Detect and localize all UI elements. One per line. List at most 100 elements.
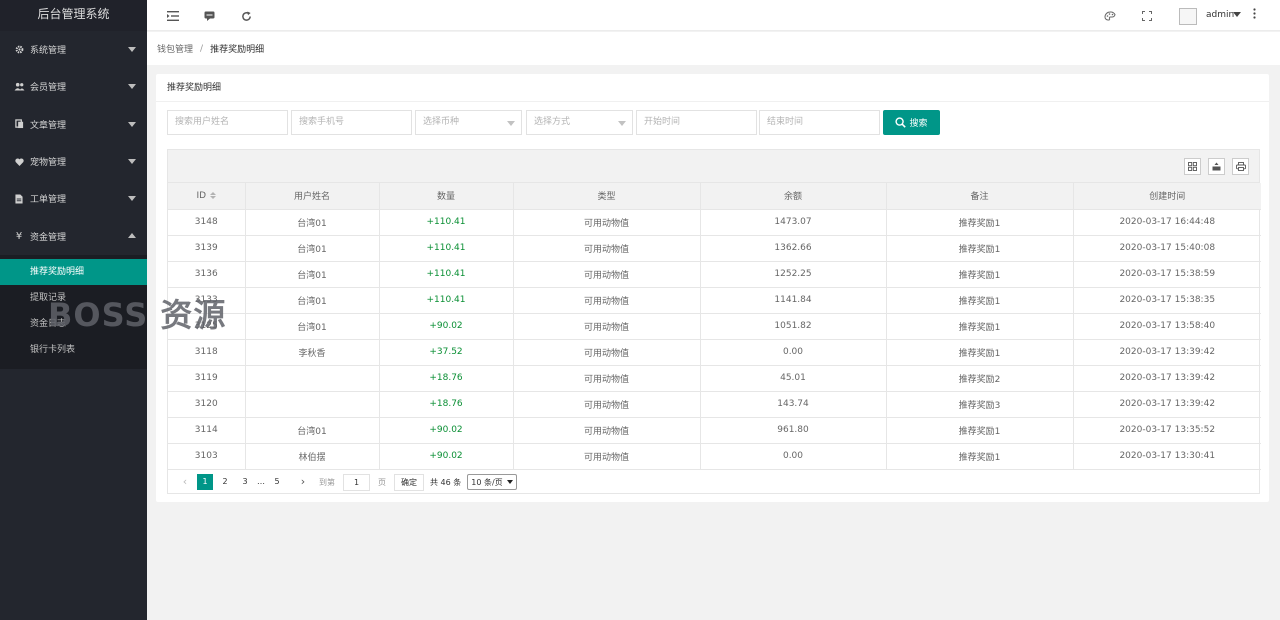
end-time-input[interactable]: 结束时间 <box>759 110 880 135</box>
page-button-3[interactable]: 3 <box>237 474 253 490</box>
cell-balance: 0.00 <box>700 443 887 470</box>
cell-amount: +37.52 <box>379 339 514 366</box>
cell-type: 可用动物值 <box>513 313 701 340</box>
cell-amount: +110.41 <box>379 209 514 236</box>
chevron-down-icon <box>128 47 136 52</box>
start-time-input[interactable]: 开始时间 <box>636 110 757 135</box>
search-button-label: 搜索 <box>909 119 928 129</box>
more-vertical-icon[interactable] <box>1253 8 1256 22</box>
cell-type: 可用动物值 <box>513 209 701 236</box>
breadcrumb-parent[interactable]: 钱包管理 <box>157 42 193 55</box>
sidebar-item-articles[interactable]: 文章管理 <box>0 106 147 143</box>
watermark: BOSS 资源 <box>48 296 227 334</box>
cell-remark: 推荐奖励2 <box>886 365 1074 392</box>
cell-balance: 1051.82 <box>700 313 887 340</box>
chevron-down-icon <box>128 121 136 127</box>
cell-remark: 推荐奖励1 <box>886 261 1074 288</box>
message-icon[interactable] <box>202 9 216 23</box>
column-header-created-time: 创建时间 <box>1073 183 1261 210</box>
cell-created-time: 2020-03-17 15:38:59 <box>1073 261 1261 288</box>
refresh-icon[interactable] <box>239 9 253 23</box>
sidebar-item-label: 文章管理 <box>30 120 67 131</box>
column-header-id[interactable]: ID <box>168 183 246 210</box>
cell-id: 3119 <box>168 365 246 392</box>
sidebar-item-system[interactable]: 系统管理 <box>0 31 147 68</box>
total-count: 共 46 条 <box>430 477 462 487</box>
sidebar-item-label: 工单管理 <box>30 195 67 206</box>
cell-type: 可用动物值 <box>513 417 701 444</box>
cell-remark: 推荐奖励1 <box>886 209 1074 236</box>
user-menu[interactable]: admin <box>1206 10 1234 20</box>
sidebar-item-members[interactable]: 会员管理 <box>0 68 147 105</box>
phone-search-input[interactable]: 搜索手机号 <box>291 110 412 135</box>
table-row: 3114 台湾01 +90.02 可用动物值 961.80 推荐奖励1 2020-03-17… <box>168 417 1261 444</box>
cell-type: 可用动物值 <box>513 391 701 418</box>
cell-balance: 0.00 <box>700 339 887 366</box>
chevron-down-icon <box>128 84 136 90</box>
cell-username: 台湾01 <box>245 261 380 288</box>
next-page-icon[interactable]: › <box>295 474 311 490</box>
columns-filter-button[interactable] <box>1184 158 1201 175</box>
goto-page-input[interactable]: 1 <box>343 473 370 491</box>
table-header-row: ID 用户姓名 数量 类型 余额 备注 创建时间 <box>168 183 1261 210</box>
cell-remark: 推荐奖励1 <box>886 443 1074 470</box>
pagination: ‹ 1 2 3 … 5 › 到第 1 页 确定 共 46 条 10 条/页 <box>168 469 1259 495</box>
table-row: 3125 台湾01 +90.02 可用动物值 1051.82 推荐奖励1 2020-03-1… <box>168 313 1261 340</box>
cell-balance: 143.74 <box>700 391 887 418</box>
sidebar-item-pets[interactable]: 宠物管理 <box>0 143 147 180</box>
print-button[interactable] <box>1232 158 1249 175</box>
cell-type: 可用动物值 <box>513 287 701 314</box>
method-select[interactable]: 选择方式 <box>526 110 633 135</box>
fullscreen-icon[interactable] <box>1140 9 1154 23</box>
cell-type: 可用动物值 <box>513 443 701 470</box>
search-button[interactable]: 搜索 <box>883 110 940 135</box>
page-button-1[interactable]: 1 <box>197 474 213 490</box>
export-button[interactable] <box>1208 158 1225 175</box>
cell-amount: +90.02 <box>379 443 514 470</box>
sidebar-item-label: 会员管理 <box>30 83 67 94</box>
cell-id: 3120 <box>168 391 246 418</box>
yen-icon: ¥ <box>15 230 23 242</box>
theme-icon[interactable] <box>1103 9 1117 23</box>
cell-type: 可用动物值 <box>513 339 701 366</box>
table-row: 3118 李秋香 +37.52 可用动物值 0.00 推荐奖励1 2020-03-17 13… <box>168 339 1261 366</box>
cell-username: 李秋香 <box>245 339 380 366</box>
sort-icon[interactable] <box>210 191 217 199</box>
data-table: ID 用户姓名 数量 类型 余额 备注 创建时间 3148 台湾01 +110.41… <box>167 149 1261 495</box>
sidebar-subitem-bank-cards[interactable]: 银行卡列表 <box>0 337 147 363</box>
content-card: 推荐奖励明细 搜索用户姓名 搜索手机号 选择币种 选择方式 开始时间 结束时间 … <box>156 74 1269 502</box>
prev-page-icon[interactable]: ‹ <box>177 474 193 490</box>
column-header-remark: 备注 <box>886 183 1074 210</box>
cell-amount: +110.41 <box>379 261 514 288</box>
sidebar-subitem-referral-rewards[interactable]: 推荐奖励明细 <box>0 258 147 285</box>
sidebar-item-label: 系统管理 <box>30 46 67 57</box>
page-button-2[interactable]: 2 <box>217 474 233 490</box>
table-row: 3120 +18.76 可用动物值 143.74 推荐奖励3 2020-03-17 13:… <box>168 391 1261 418</box>
heart-icon <box>13 157 25 166</box>
page-button-5[interactable]: 5 <box>269 474 285 490</box>
users-icon <box>13 82 25 91</box>
table-row: 3119 +18.76 可用动物值 45.01 推荐奖励2 2020-03-17 13:3… <box>168 365 1261 392</box>
page-size-select[interactable]: 10 条/页 <box>467 474 517 490</box>
cell-created-time: 2020-03-17 13:39:42 <box>1073 339 1261 366</box>
username-search-input[interactable]: 搜索用户姓名 <box>167 110 288 135</box>
cell-remark: 推荐奖励3 <box>886 391 1074 418</box>
grid-icon <box>1188 162 1197 171</box>
breadcrumb-current: 推荐奖励明细 <box>210 45 265 55</box>
cell-created-time: 2020-03-17 15:40:08 <box>1073 235 1261 262</box>
goto-confirm-button[interactable]: 确定 <box>394 473 424 491</box>
cell-balance: 1141.84 <box>700 287 887 314</box>
document-icon <box>13 119 25 129</box>
sidebar-item-tickets[interactable]: 工单管理 <box>0 180 147 217</box>
currency-select[interactable]: 选择币种 <box>415 110 522 135</box>
chevron-down-icon <box>506 480 513 484</box>
cell-id: 3118 <box>168 339 246 366</box>
avatar[interactable] <box>1179 8 1197 25</box>
cell-username: 台湾01 <box>245 287 380 314</box>
page-ellipsis: … <box>257 477 265 486</box>
sidebar-item-funds[interactable]: ¥ 资金管理 <box>0 217 147 254</box>
cell-amount: +110.41 <box>379 287 514 314</box>
menu-toggle-icon[interactable] <box>166 9 180 23</box>
cell-username: 台湾01 <box>245 417 380 444</box>
cell-balance: 961.80 <box>700 417 887 444</box>
